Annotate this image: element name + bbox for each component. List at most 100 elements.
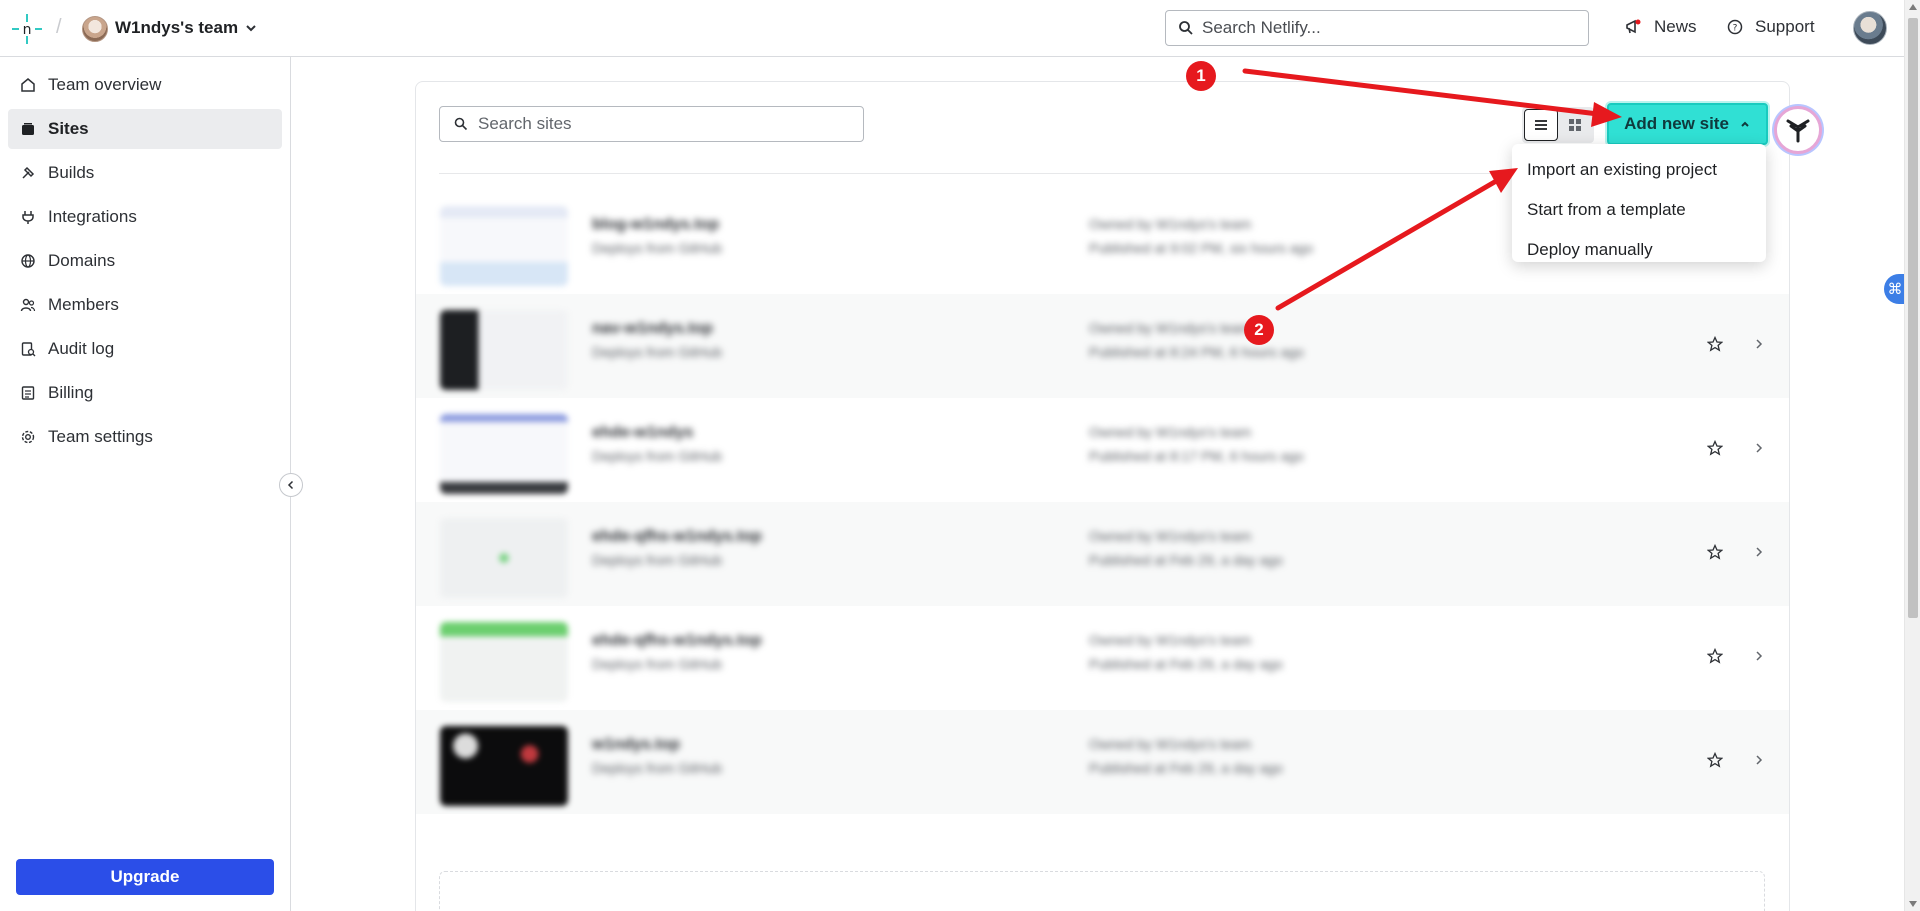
- site-thumbnail: [440, 622, 568, 702]
- site-published: Published at 8:24 PM, 6 hours ago: [1089, 344, 1304, 360]
- hammer-icon: [22, 166, 35, 179]
- gear-icon: [21, 430, 35, 444]
- add-new-site-label: Add new site: [1624, 114, 1729, 133]
- sidebar-item-integrations[interactable]: Integrations: [8, 197, 282, 237]
- site-published: Published at 9:02 PM, six hours ago: [1089, 240, 1314, 256]
- top-header: n / W1ndys's team Search Netlify... News…: [0, 0, 1904, 57]
- site-owner: Owned by W1ndys's team: [1089, 424, 1252, 440]
- chevron-right-icon[interactable]: [1753, 753, 1765, 767]
- grid-view-button[interactable]: [1558, 109, 1592, 141]
- grid-icon: [1569, 119, 1581, 131]
- sidebar-item-domains[interactable]: Domains: [8, 241, 282, 281]
- site-thumbnail: [440, 414, 568, 494]
- site-row[interactable]: ehde-qfhs-w1ndys.top Deploys from GitHub…: [416, 502, 1789, 606]
- list-icon: [1535, 120, 1547, 130]
- news-label: News: [1654, 17, 1697, 36]
- audit-log-icon: [21, 342, 36, 357]
- star-icon[interactable]: [1707, 648, 1723, 664]
- sidebar-item-label: Integrations: [48, 207, 137, 226]
- star-icon[interactable]: [1707, 440, 1723, 456]
- site-owner: Owned by W1ndys's team: [1089, 320, 1252, 336]
- site-owner: Owned by W1ndys's team: [1089, 216, 1252, 232]
- chevron-right-icon[interactable]: [1753, 649, 1765, 663]
- sidebar-item-audit-log[interactable]: Audit log: [8, 329, 282, 369]
- site-deploy-source: Deploys from GitHub: [592, 552, 722, 568]
- chevron-down-icon[interactable]: [244, 21, 258, 35]
- globe-icon: [21, 254, 35, 268]
- extension-icon[interactable]: [1774, 106, 1822, 154]
- search-icon: [1179, 21, 1193, 35]
- list-view-button[interactable]: [1524, 109, 1558, 141]
- add-new-site-button[interactable]: Add new site: [1607, 103, 1768, 145]
- page-scrollbar[interactable]: [1904, 0, 1920, 911]
- star-icon[interactable]: [1707, 752, 1723, 768]
- sidebar-item-members[interactable]: Members: [8, 285, 282, 325]
- team-name[interactable]: W1ndys's team: [115, 18, 238, 38]
- site-published: Published at 8:17 PM, 6 hours ago: [1089, 448, 1304, 464]
- site-published: Published at Feb 29, a day ago: [1089, 760, 1283, 776]
- site-row[interactable]: w1ndys.top Deploys from GitHub Owned by …: [416, 710, 1789, 814]
- sidebar-item-sites[interactable]: Sites: [8, 109, 282, 149]
- site-deploy-source: Deploys from GitHub: [592, 344, 722, 360]
- site-thumbnail: [440, 726, 568, 806]
- chevron-right-icon[interactable]: [1753, 337, 1765, 351]
- scroll-up-icon[interactable]: [1909, 4, 1917, 10]
- global-search-input[interactable]: Search Netlify...: [1165, 10, 1589, 46]
- chevron-right-icon[interactable]: [1753, 441, 1765, 455]
- view-toggle: [1522, 107, 1594, 143]
- site-search-input[interactable]: Search sites: [439, 106, 864, 142]
- plug-icon: [22, 211, 34, 224]
- news-link[interactable]: News: [1624, 17, 1697, 37]
- breadcrumb-separator: /: [56, 16, 62, 38]
- site-owner: Owned by W1ndys's team: [1089, 736, 1252, 752]
- chevron-left-icon: [287, 480, 294, 490]
- support-link[interactable]: ? Support: [1727, 17, 1815, 37]
- site-row[interactable]: nav-w1ndys.top Deploys from GitHub Owned…: [416, 294, 1789, 398]
- import-existing-project-item[interactable]: Import an existing project: [1512, 150, 1766, 190]
- site-row[interactable]: ehde-qfhs-w1ndys.top Deploys from GitHub…: [416, 606, 1789, 710]
- add-site-dropdown: Import an existing project Start from a …: [1512, 144, 1766, 262]
- sidebar-item-team-settings[interactable]: Team settings: [8, 417, 282, 457]
- netlify-logo-icon[interactable]: n: [12, 14, 42, 44]
- command-icon[interactable]: ⌘: [1884, 274, 1906, 304]
- deploy-manually-item[interactable]: Deploy manually: [1512, 230, 1766, 270]
- placeholder-box: [439, 871, 1765, 911]
- sidebar-item-label: Sites: [48, 119, 89, 138]
- scrollbar-thumb[interactable]: [1908, 18, 1918, 618]
- chevron-right-icon[interactable]: [1753, 545, 1765, 559]
- chevron-up-icon: [1741, 121, 1749, 127]
- site-deploy-source: Deploys from GitHub: [592, 760, 722, 776]
- scroll-down-icon[interactable]: [1909, 901, 1917, 907]
- site-name: ehde-qfhs-w1ndys.top: [592, 632, 762, 649]
- help-circle-icon: ?: [1727, 19, 1743, 35]
- site-row[interactable]: ehde-w1ndys Deploys from GitHub Owned by…: [416, 398, 1789, 502]
- user-avatar[interactable]: [1853, 11, 1887, 45]
- layers-icon: [22, 123, 34, 135]
- collapse-sidebar-button[interactable]: [279, 473, 303, 497]
- site-deploy-source: Deploys from GitHub: [592, 656, 722, 672]
- svg-text:n: n: [23, 22, 32, 38]
- star-icon[interactable]: [1707, 544, 1723, 560]
- sidebar-item-label: Builds: [48, 163, 95, 182]
- sidebar-item-label: Audit log: [48, 339, 115, 358]
- billing-icon: [21, 386, 35, 400]
- site-thumbnail: [440, 310, 568, 390]
- site-owner: Owned by W1ndys's team: [1089, 632, 1252, 648]
- site-name: ehde-qfhs-w1ndys.top: [592, 528, 762, 545]
- upgrade-button[interactable]: Upgrade: [16, 859, 274, 895]
- sidebar-item-label: Members: [48, 295, 119, 314]
- site-published: Published at Feb 29, a day ago: [1089, 656, 1283, 672]
- sidebar-item-billing[interactable]: Billing: [8, 373, 282, 413]
- home-icon: [21, 78, 35, 92]
- star-icon[interactable]: [1707, 336, 1723, 352]
- annotation-badge-2: 2: [1244, 315, 1274, 345]
- sidebar-item-label: Billing: [48, 383, 94, 402]
- sidebar-item-label: Domains: [48, 251, 116, 270]
- sidebar-item-builds[interactable]: Builds: [8, 153, 282, 193]
- start-from-template-item[interactable]: Start from a template: [1512, 190, 1766, 230]
- site-thumbnail: [440, 206, 568, 286]
- site-name: w1ndys.top: [592, 736, 681, 753]
- site-thumbnail: [440, 518, 568, 598]
- sidebar-item-team-overview[interactable]: Team overview: [8, 65, 282, 105]
- site-name: ehde-w1ndys: [592, 424, 694, 441]
